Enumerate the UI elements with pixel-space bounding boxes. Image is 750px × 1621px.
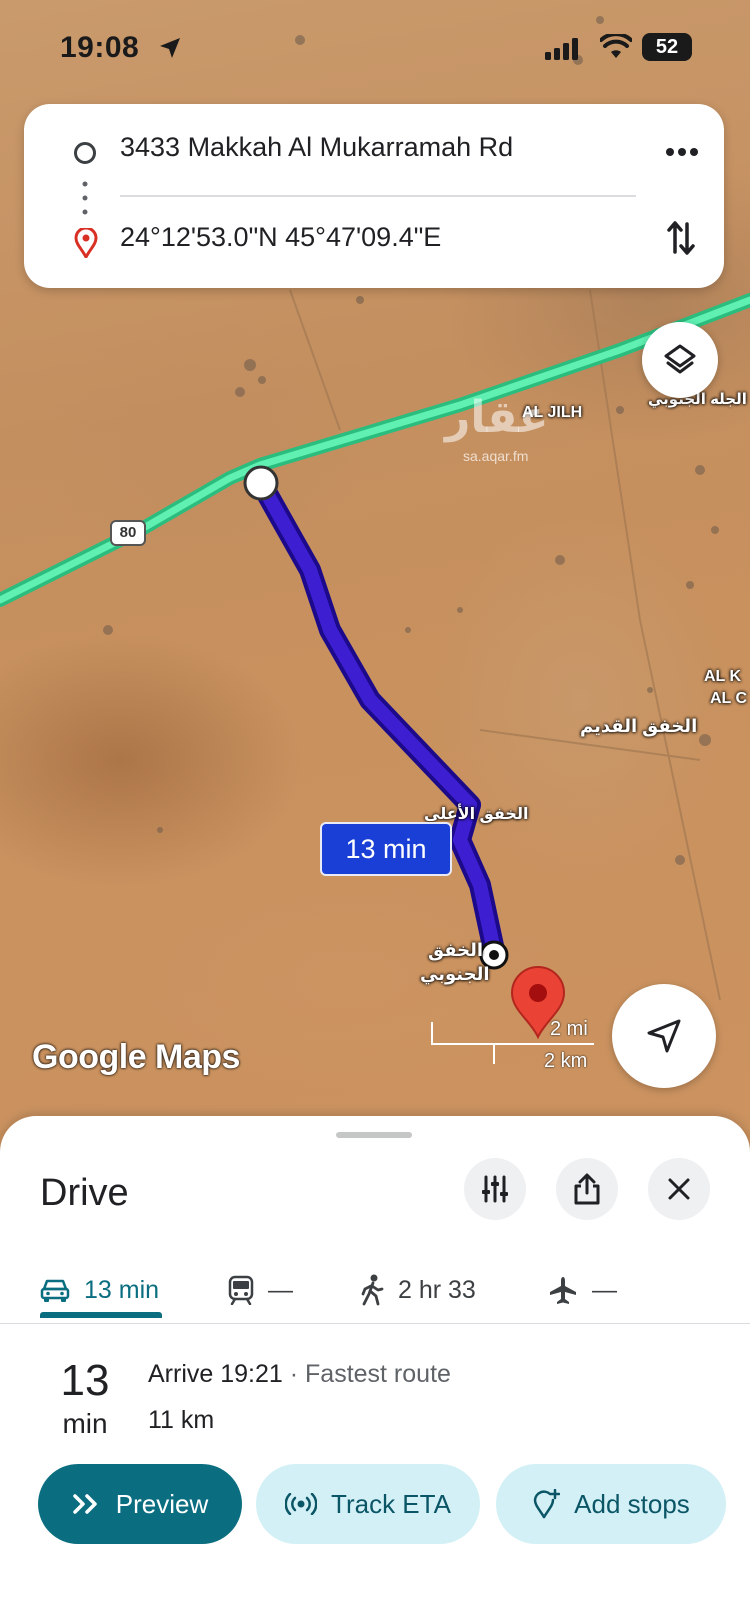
destination-pin-icon — [74, 228, 98, 258]
share-icon — [574, 1173, 600, 1205]
close-button[interactable] — [648, 1158, 710, 1220]
layers-button[interactable] — [642, 322, 718, 398]
origin-field[interactable]: 3433 Makkah Al Mukarramah Rd — [120, 132, 513, 163]
map-label-khafq-old: الخفق القديم — [580, 716, 698, 736]
tab-drive-label: 13 min — [84, 1275, 160, 1304]
tab-walk-label: 2 hr 33 — [398, 1275, 476, 1304]
route-card-divider — [120, 195, 636, 197]
origin-circle-icon — [74, 142, 96, 164]
eta-unit: min — [62, 1408, 108, 1439]
route-card: 3433 Makkah Al Mukarramah Rd 24°12'53.0"… — [24, 104, 724, 288]
arrival-time: Arrive 19:21 — [148, 1360, 283, 1388]
wifi-icon — [600, 34, 632, 58]
cellular-signal-icon — [545, 38, 578, 60]
walk-icon — [361, 1274, 384, 1306]
route-options-button[interactable] — [464, 1158, 526, 1220]
track-eta-label: Track ETA — [331, 1488, 451, 1519]
status-bar: 19:08 52 — [0, 0, 750, 96]
tab-flight[interactable]: — — [548, 1256, 617, 1324]
aqar-watermark-url: sa.aqar.fm — [463, 448, 529, 464]
plane-icon — [550, 1277, 576, 1304]
sheet-title: Drive — [40, 1172, 129, 1214]
eta-bubble[interactable]: 13 min — [320, 822, 452, 876]
broadcast-icon — [285, 1493, 318, 1515]
scale-label-mi: 2 mi — [550, 1018, 588, 1040]
double-chevron-icon — [73, 1494, 97, 1514]
battery-indicator: 52 — [642, 33, 692, 61]
add-stops-button[interactable]: Add stops — [496, 1464, 726, 1544]
route-distance: 11 km — [148, 1406, 215, 1434]
sheet-drag-handle[interactable] — [336, 1132, 412, 1138]
eta-summary: 13 min — [50, 1356, 120, 1442]
status-time: 19:08 — [60, 31, 140, 64]
add-stops-label: Add stops — [574, 1488, 690, 1519]
eta-minutes: 13 — [60, 1356, 110, 1405]
preview-button[interactable]: Preview — [38, 1464, 242, 1544]
destination-field[interactable]: 24°12'53.0"N 45°47'09.4"E — [120, 222, 441, 253]
recenter-navigation-button[interactable] — [612, 984, 716, 1088]
tab-transit-label: — — [268, 1275, 293, 1304]
route-dots-icon — [82, 181, 88, 215]
aqar-watermark: عقار — [445, 393, 549, 442]
layers-icon — [664, 344, 696, 374]
close-icon — [668, 1178, 690, 1200]
navigation-arrow-icon — [647, 1019, 681, 1053]
preview-label: Preview — [115, 1488, 209, 1519]
route-start-marker[interactable] — [243, 465, 279, 501]
location-arrow-icon — [160, 38, 180, 58]
scale-label-km: 2 km — [544, 1050, 588, 1072]
more-options-icon[interactable] — [662, 142, 702, 162]
tab-flight-label: — — [592, 1275, 617, 1304]
map-label-khafq-south-1: الخفق — [428, 940, 484, 960]
route-80-sign: 80 — [110, 520, 146, 546]
directions-sheet: Drive 13 min — 2 hr 33 — 13 min Arrive 1… — [0, 1116, 750, 1621]
google-maps-logo: Google Maps — [32, 1038, 240, 1076]
tab-transit[interactable]: — — [228, 1256, 293, 1324]
route-note: · Fastest route — [282, 1360, 451, 1388]
train-icon — [228, 1275, 254, 1305]
map-label-khafq-south-2: الجنوبي — [420, 964, 490, 984]
share-button[interactable] — [556, 1158, 618, 1220]
sliders-icon — [482, 1175, 508, 1203]
track-eta-button[interactable]: Track ETA — [256, 1464, 480, 1544]
map-label-al-c: AL C — [710, 690, 748, 707]
map-view[interactable]: AL JILH الجله الجنوبي الخفق القديم AL K … — [0, 0, 750, 1130]
active-tab-indicator — [40, 1312, 162, 1318]
tab-walk[interactable]: 2 hr 33 — [360, 1256, 476, 1324]
swap-direction-icon[interactable] — [666, 218, 696, 258]
add-pin-icon — [533, 1489, 561, 1519]
car-icon — [40, 1279, 70, 1302]
map-label-al-k: AL K — [704, 668, 742, 685]
arrival-info: Arrive 19:21 · Fastest route — [148, 1360, 451, 1389]
map-label-partial: الخفق الأعلى — [424, 806, 529, 823]
